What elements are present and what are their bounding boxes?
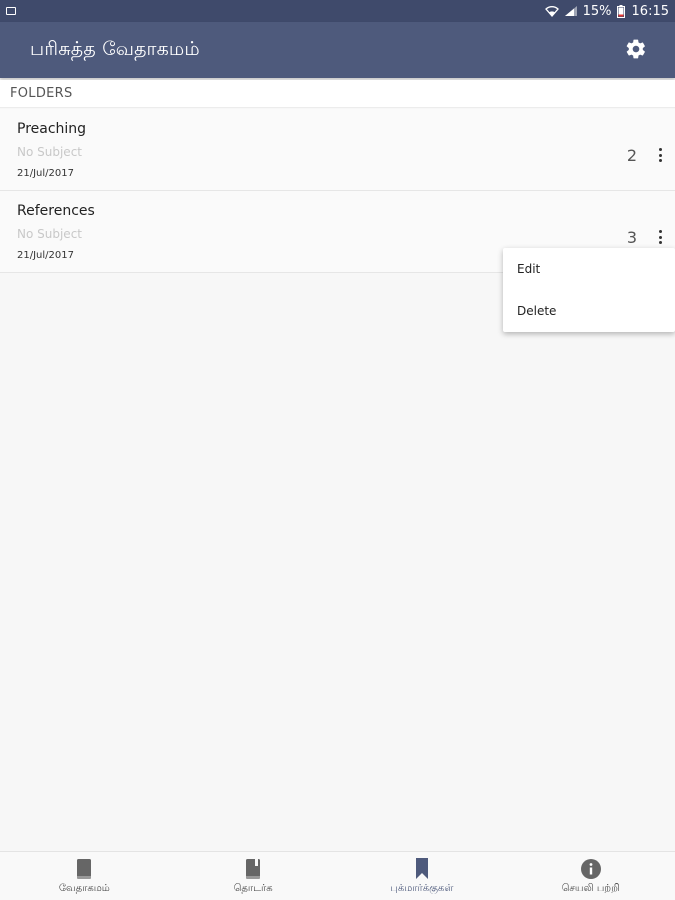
more-options-icon[interactable] <box>655 145 665 165</box>
app-bar: பரிசுத்த வேதாகமம் <box>0 22 675 78</box>
app-title: பரிசுத்த வேதாகமம் <box>30 37 200 60</box>
nav-label: செயலி பற்றி <box>561 882 620 894</box>
folder-item-preaching[interactable]: Preaching No Subject 21/Jul/2017 2 <box>0 109 675 191</box>
nav-item-about[interactable]: செயலி பற்றி <box>506 852 675 900</box>
more-options-icon[interactable] <box>655 227 665 247</box>
folder-count: 3 <box>626 228 637 247</box>
battery-percentage: 15% <box>582 3 612 19</box>
info-icon <box>580 858 601 880</box>
menu-item-delete[interactable]: Delete <box>503 290 675 332</box>
settings-button[interactable] <box>625 38 649 62</box>
signal-icon <box>564 5 578 17</box>
bottom-navigation: வேதாகமம் தொடர்க புக்மார்க்குகள் செயலி பற… <box>0 851 675 900</box>
menu-item-edit[interactable]: Edit <box>503 248 675 290</box>
nav-label: புக்மார்க்குகள் <box>390 882 454 894</box>
book-icon <box>76 858 92 880</box>
folder-date: 21/Jul/2017 <box>17 250 74 261</box>
nav-item-bible[interactable]: வேதாகமம் <box>0 852 169 900</box>
folder-subject: No Subject <box>17 145 82 159</box>
context-menu: Edit Delete <box>503 248 675 332</box>
clock: 16:15 <box>631 3 669 19</box>
battery-icon <box>616 4 625 18</box>
status-bar: 15% 16:15 <box>0 0 675 22</box>
folder-count: 2 <box>626 146 637 165</box>
notification-icon <box>6 7 16 15</box>
nav-item-bookmarks[interactable]: புக்மார்க்குகள் <box>338 852 507 900</box>
nav-label: வேதாகமம் <box>58 882 110 894</box>
nav-item-continue[interactable]: தொடர்க <box>169 852 338 900</box>
section-header-folders: FOLDERS <box>0 80 675 108</box>
folder-date: 21/Jul/2017 <box>17 168 74 179</box>
folder-name: References <box>17 203 95 219</box>
book-continue-icon <box>245 858 261 880</box>
bookmark-icon <box>415 857 429 880</box>
nav-label: தொடர்க <box>233 882 273 894</box>
folder-subject: No Subject <box>17 227 82 241</box>
wifi-icon <box>544 5 559 17</box>
folder-name: Preaching <box>17 121 87 137</box>
gear-icon <box>625 39 647 64</box>
